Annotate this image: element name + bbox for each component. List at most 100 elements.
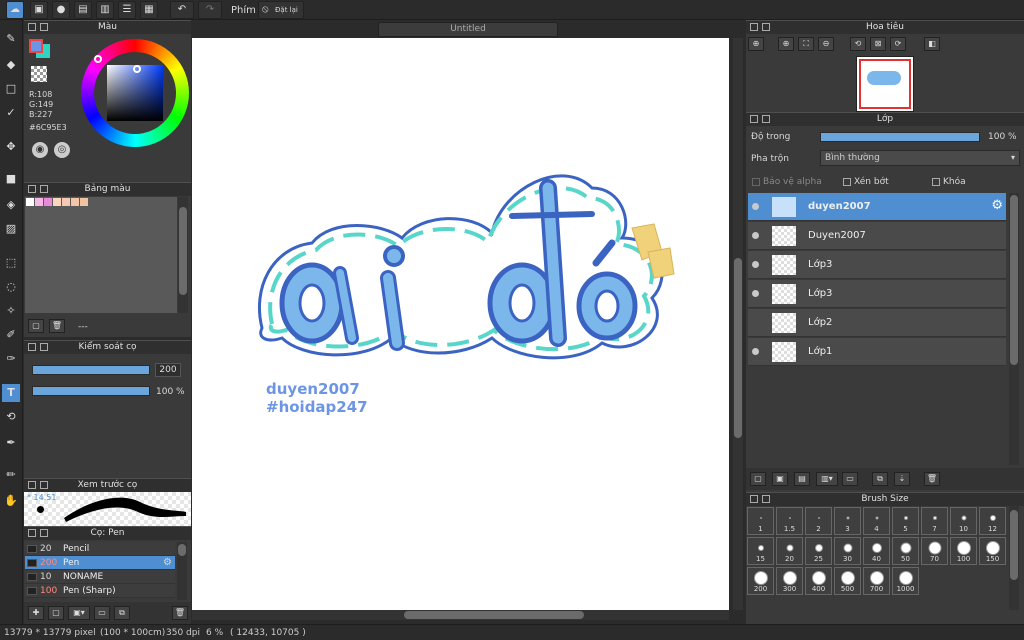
fill-tool-icon[interactable]: ◈: [2, 196, 20, 214]
brush-item[interactable]: 20 Pencil: [25, 542, 175, 556]
brush-size-option[interactable]: 4: [863, 507, 890, 535]
copy-brush-icon[interactable]: ⧉: [114, 606, 130, 620]
popout-icon[interactable]: [40, 185, 48, 193]
eye-icon[interactable]: [752, 232, 759, 239]
folder-icon[interactable]: ▭: [842, 472, 858, 486]
brush-size-option[interactable]: 100: [950, 537, 977, 565]
select-pen-icon[interactable]: ✐: [2, 326, 20, 344]
layer-scroll-thumb[interactable]: [1010, 195, 1018, 365]
brush-menu-icon[interactable]: ▣▾: [68, 606, 90, 620]
canvas-vscroll-thumb[interactable]: [734, 258, 742, 438]
sv-cursor[interactable]: [133, 65, 141, 73]
brush-opacity-slider[interactable]: [32, 386, 150, 396]
popout-icon[interactable]: [762, 495, 770, 503]
add-brush-icon[interactable]: ✚: [28, 606, 44, 620]
lock-checkbox[interactable]: [932, 178, 940, 186]
close-icon[interactable]: [750, 495, 758, 503]
list-icon[interactable]: ☰: [118, 1, 136, 19]
brush-size-option[interactable]: 25: [805, 537, 832, 565]
layer-scrollbar[interactable]: [1009, 193, 1019, 465]
brush-size-option[interactable]: 2: [805, 507, 832, 535]
popout-icon[interactable]: [762, 23, 770, 31]
brush-size-option[interactable]: 150: [979, 537, 1006, 565]
hue-cursor[interactable]: [94, 55, 102, 63]
new-layer-icon[interactable]: ▢: [750, 472, 766, 486]
close-icon[interactable]: [28, 529, 36, 537]
brush-size-option[interactable]: 20: [776, 537, 803, 565]
reset-view-icon[interactable]: ⊠: [870, 37, 886, 51]
select-rect-icon[interactable]: ⬚: [2, 254, 20, 272]
flip-icon[interactable]: ◧: [924, 37, 940, 51]
close-icon[interactable]: [750, 115, 758, 123]
sv-square[interactable]: [107, 65, 163, 121]
delete-brush-icon[interactable]: 🗑: [172, 606, 188, 620]
canvas-hscroll-thumb[interactable]: [404, 611, 584, 619]
new-layer-8bit-icon[interactable]: ▤: [794, 472, 810, 486]
brush-item[interactable]: 10 NONAME: [25, 570, 175, 584]
duplicate-layer-icon[interactable]: ⧉: [872, 472, 888, 486]
zoom-out-icon[interactable]: ⊖: [818, 37, 834, 51]
eye-icon[interactable]: [752, 261, 759, 268]
color-settings-icon[interactable]: ◎: [54, 142, 70, 158]
clipping-checkbox[interactable]: [843, 178, 851, 186]
layer-row[interactable]: Duyen2007: [748, 222, 1006, 250]
zoom-in-icon[interactable]: ⊕: [778, 37, 794, 51]
cloud-icon[interactable]: ☁: [6, 1, 24, 19]
folder-icon[interactable]: ▭: [94, 606, 110, 620]
palette-swatch[interactable]: [26, 198, 34, 206]
palette-swatch[interactable]: [35, 198, 43, 206]
gear-icon[interactable]: ⚙: [163, 557, 172, 568]
palette-icon[interactable]: ◉: [32, 142, 48, 158]
rect-tool-icon[interactable]: ■: [2, 170, 20, 188]
brush-size-option[interactable]: 50: [892, 537, 919, 565]
navigator-thumbnail[interactable]: [856, 56, 914, 112]
brush-size-option[interactable]: 70: [921, 537, 948, 565]
brush-size-option[interactable]: 40: [863, 537, 890, 565]
new-layer-raster-icon[interactable]: ▣: [772, 472, 788, 486]
comment-icon[interactable]: ▤: [74, 1, 92, 19]
brush-size-option[interactable]: 500: [834, 567, 861, 595]
brush-size-option[interactable]: 1000: [892, 567, 919, 595]
move-tool-icon[interactable]: ✥: [2, 138, 20, 156]
eye-icon[interactable]: [752, 290, 759, 297]
grid-icon[interactable]: ▦: [140, 1, 158, 19]
redo-button[interactable]: ↷: [198, 1, 222, 19]
text-tool-icon[interactable]: T: [2, 384, 20, 402]
reset-button[interactable]: ⦸ Đặt lại: [258, 1, 304, 19]
close-icon[interactable]: [28, 343, 36, 351]
brush-size-option[interactable]: 200: [747, 567, 774, 595]
palette-swatch[interactable]: [53, 198, 61, 206]
select-eraser-icon[interactable]: ✑: [2, 350, 20, 368]
brush-size-scrollbar[interactable]: [1009, 506, 1019, 610]
close-icon[interactable]: [750, 23, 758, 31]
popout-icon[interactable]: [40, 529, 48, 537]
eye-icon[interactable]: [752, 348, 759, 355]
brush-size-option[interactable]: 10: [950, 507, 977, 535]
close-icon[interactable]: [28, 481, 36, 489]
brush-size-option[interactable]: 1.5: [776, 507, 803, 535]
canvas-vscroll[interactable]: [733, 38, 743, 610]
popout-icon[interactable]: [762, 115, 770, 123]
merge-layer-icon[interactable]: ⇣: [894, 472, 910, 486]
delete-layer-icon[interactable]: 🗑: [924, 472, 940, 486]
rotate-left-icon[interactable]: ⟲: [850, 37, 866, 51]
brush-size-option[interactable]: 12: [979, 507, 1006, 535]
brush-size-option[interactable]: 1: [747, 507, 774, 535]
popout-icon[interactable]: [40, 481, 48, 489]
wand-icon[interactable]: ✧: [2, 302, 20, 320]
lasso-icon[interactable]: ◌: [2, 278, 20, 296]
eyedropper-icon[interactable]: ✒: [2, 434, 20, 452]
new-brush-icon[interactable]: ▢: [48, 606, 64, 620]
palette-swatch[interactable]: [71, 198, 79, 206]
comic-icon[interactable]: ▥: [96, 1, 114, 19]
speech-icon[interactable]: ●: [52, 1, 70, 19]
brush-size-option[interactable]: 30: [834, 537, 861, 565]
delete-palette-icon[interactable]: 🗑: [49, 319, 65, 333]
layer-row[interactable]: Lớp1: [748, 338, 1006, 366]
zoom-icon[interactable]: ⊕: [748, 37, 764, 51]
brush-list-scrollbar[interactable]: [177, 542, 187, 600]
brush-list-scroll-thumb[interactable]: [178, 544, 186, 556]
palette-scroll-thumb[interactable]: [179, 207, 187, 295]
protect-alpha-checkbox[interactable]: [752, 178, 760, 186]
transparent-swatch[interactable]: [31, 66, 47, 82]
